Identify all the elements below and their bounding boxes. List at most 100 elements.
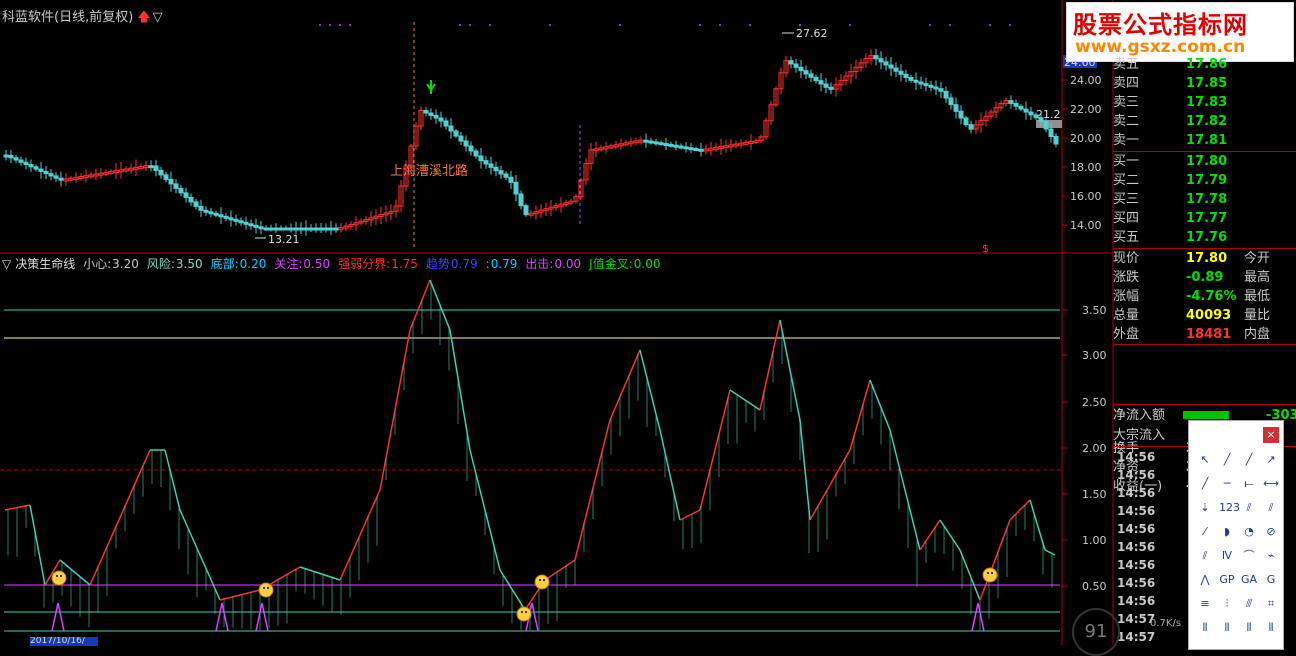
drawing-tool-icon[interactable]: ⌁ [1263,549,1279,563]
row-label: 涨幅 [1113,289,1140,304]
candle-body [798,66,804,72]
candle-body [448,125,454,132]
drawing-tool-icon[interactable]: ╱ [1241,453,1257,467]
candle-body [48,173,54,177]
candle-body [263,227,269,231]
indicator-axis-label: 0.50 [1082,580,1107,593]
indicator-line-segment [849,379,871,451]
candle-body [643,139,649,143]
indicator-line-segment [299,566,341,581]
block-inflow-row: 大宗流入 [1113,427,1183,444]
drawing-tool-icon[interactable]: ⟝ [1241,477,1257,491]
top-dot-marker [849,24,851,26]
quote-divider [1113,248,1296,249]
legend-value: 0.00 [554,257,582,271]
green-down-arrow-icon [426,80,436,94]
candle-body [888,64,894,69]
drawing-tool-icon[interactable]: ⫽ [1263,501,1279,515]
candle-body [308,227,314,231]
drawing-tool-icon[interactable]: ↖ [1197,453,1213,467]
legend-value: 3.20 [112,257,139,271]
row-label: 大宗流入 [1113,428,1166,443]
dropdown-triangle-icon[interactable]: ▽ [153,10,163,25]
drawing-tool-icon[interactable]: G [1263,573,1279,587]
candle-body [933,86,939,90]
drawing-tool-icon[interactable]: ⌒ [1241,549,1257,563]
drawing-tool-icon[interactable]: Ⅳ [1219,549,1235,563]
candle-body [478,155,484,162]
candle-body [903,73,909,78]
top-dot-marker [929,24,931,26]
up-arrow-icon[interactable]: 🡅 [137,10,150,25]
smiley-eye [521,611,523,613]
candle-body [898,70,904,75]
drawing-tool-icon[interactable]: ⫽ [1241,501,1257,515]
top-dot-marker [329,24,331,26]
drawing-tool-icon[interactable]: ╱ [1219,453,1235,467]
candle-body [683,146,689,150]
candle-body [923,83,929,87]
drawing-tool-icon[interactable]: ⦀ [1263,621,1279,635]
price-axis-label: 22.00 [1070,103,1102,116]
drawing-tool-icon[interactable]: ◗ [1219,525,1235,539]
candle-body [3,154,9,158]
drawing-toolbar[interactable]: × ↖ ╱ ╱ ↗ ╱ ─ ⟝ ⟷ ⇣ 123 ⫽ ⫽ ⁄ ◗ ◔ ⊘ ⫽ Ⅳ ⌒ ⌁ ⋀ GP GA G ≡ ⫶ ⫻ ⌗ ⦀ ⦀ ⦀ ⦀ [1188,420,1284,650]
indicator-name[interactable]: 决策生命线 [15,257,75,271]
watermark-logo: 股票公式指标网 www.gsxz.com.cn [1066,2,1294,62]
indicator-legend-item: 趋势0.79 [426,257,482,271]
legend-value: 1.75 [391,257,418,271]
drawing-tool-icon[interactable]: ⦀ [1197,621,1213,635]
drawing-tool-icon[interactable]: ⟷ [1263,477,1279,491]
legend-value: 0.79 [490,257,518,271]
drawing-tool-icon[interactable]: ≡ [1197,597,1213,611]
brand-url: www.gsxz.com.cn [1075,37,1246,57]
candle-body [158,169,164,176]
candle-body [473,150,479,157]
legend-label: 强弱分界: [338,257,391,271]
indicator-menu-icon[interactable]: ▽ [2,257,11,271]
close-icon[interactable]: × [1263,427,1279,443]
drawing-tool-icon[interactable]: ⫻ [1241,597,1257,611]
drawing-tool-icon[interactable]: ⫽ [1197,549,1213,563]
row-value: 40093 [1186,308,1232,323]
drawing-tool-icon[interactable]: ⇣ [1197,501,1213,515]
candle-body [938,88,944,92]
high-price-label: 27.62 [796,27,828,40]
smiley-eye [991,572,993,574]
candle-body [43,170,49,175]
drawing-tool-icon[interactable]: ⌗ [1263,597,1279,611]
candle-body [218,214,224,218]
indicator-legend-item: 底部:0.20 [211,257,271,271]
drawing-tool-icon[interactable]: ⦀ [1241,621,1257,635]
price-axis-label: 20.00 [1070,132,1102,145]
drawing-tool-icon[interactable]: GP [1219,573,1235,587]
legend-value: 0.00 [633,257,661,271]
drawing-tool-icon[interactable]: ↗ [1263,453,1279,467]
drawing-tool-icon[interactable]: 123 [1219,501,1240,515]
smiley-eye [263,587,265,589]
price-axis-label: 14.00 [1070,219,1102,232]
row-label: 买四 [1113,211,1140,226]
indicator-legend-item: 关注:0.50 [274,257,334,271]
drawing-tool-icon[interactable]: ─ [1219,477,1235,491]
drawing-tool-icon[interactable]: ⦀ [1219,621,1235,635]
drawing-tool-icon[interactable]: ⋀ [1197,573,1213,587]
chart-canvas[interactable]: 24.0022.0020.0018.0016.0014.0024.6021.23… [0,0,1296,645]
ask-row: 卖四 17.85 [1113,75,1227,92]
drawing-tool-icon[interactable]: ⫶ [1219,597,1235,611]
row-right-label: 内盘 [1244,327,1271,342]
drawing-tool-icon[interactable]: ⊘ [1263,525,1279,539]
drawing-tool-icon[interactable]: GA [1241,573,1257,587]
drawing-tool-icon[interactable]: ╱ [1197,477,1213,491]
row-value: 17.76 [1186,230,1228,245]
legend-label: : [485,257,490,271]
quote-row: 涨跌 -0.89 最高 [1113,269,1270,286]
indicator-axis-label: 3.50 [1082,304,1107,317]
candle-body [963,117,969,126]
indicator-legend-item: 强弱分界:1.75 [338,257,422,271]
row-label: 卖一 [1113,133,1140,148]
smiley-icon [534,574,550,590]
candle-body [458,135,464,142]
drawing-tool-icon[interactable]: ⁄ [1197,525,1213,539]
drawing-tool-icon[interactable]: ◔ [1241,525,1257,539]
